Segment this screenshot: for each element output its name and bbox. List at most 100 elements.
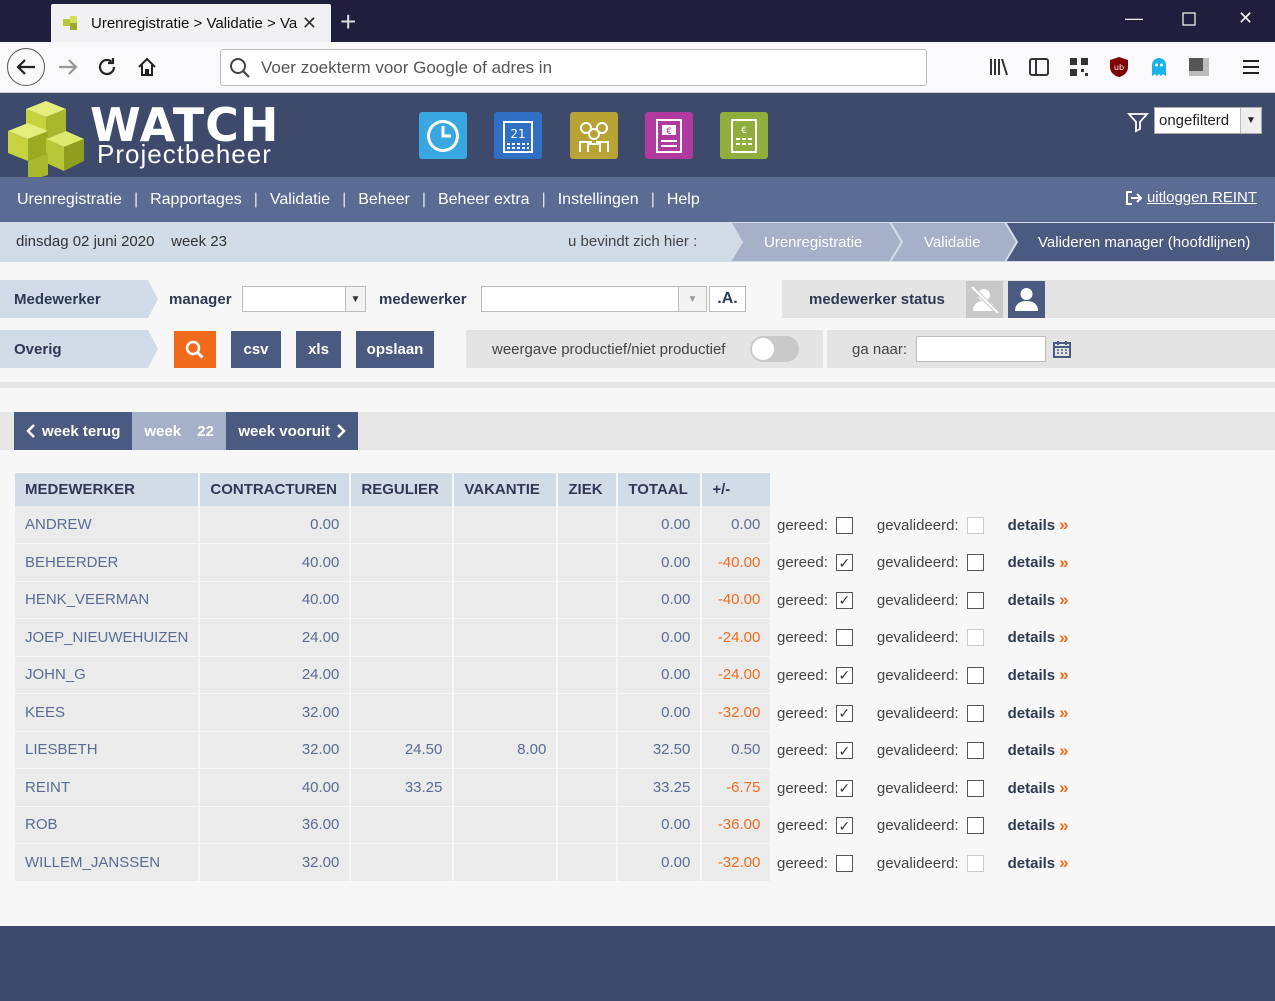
details-link[interactable]: details» [1008, 741, 1069, 761]
details-link[interactable]: details» [1008, 816, 1069, 836]
gevalideerd-label: gevalideerd: [876, 666, 959, 684]
col-totaal[interactable]: TOTAAL [617, 473, 703, 506]
details-link[interactable]: details» [1008, 553, 1069, 573]
gereed-checkbox[interactable]: ✓ [835, 742, 853, 760]
calendar-icon[interactable] [1053, 340, 1071, 358]
details-link[interactable]: details» [1008, 703, 1069, 723]
col-contracturen[interactable]: CONTRACTUREN [199, 473, 352, 506]
row-actions: gereed: gevalideerd: details» [777, 628, 1087, 648]
cell-name[interactable]: JOHN_G [15, 656, 201, 694]
gevalideerd-checkbox[interactable] [966, 666, 984, 684]
url-bar[interactable]: Voer zoekterm voor Google of adres in [220, 49, 927, 86]
menu-item-validatie[interactable]: Validatie [270, 191, 330, 209]
details-link[interactable]: details» [1008, 515, 1069, 535]
gereed-label: gereed: [777, 704, 828, 722]
manager-select[interactable]: ▼ [242, 286, 366, 312]
details-link[interactable]: details» [1008, 853, 1069, 873]
gereed-checkbox[interactable]: ✓ [835, 817, 853, 835]
col-medewerker[interactable]: MEDEWERKER [15, 473, 201, 506]
menu-item-instellingen[interactable]: Instellingen [558, 191, 639, 209]
back-arrow-icon[interactable] [7, 48, 45, 86]
csv-button[interactable]: csv [231, 331, 281, 368]
cell-name[interactable]: ANDREW [15, 506, 201, 544]
breadcrumb-item-validatie[interactable]: Validatie [924, 222, 980, 262]
cell-name[interactable]: KEES [15, 693, 201, 732]
breadcrumb-item-urenregistratie[interactable]: Urenregistratie [764, 222, 862, 262]
week-back-button[interactable]: week terug [14, 412, 133, 450]
details-link[interactable]: details» [1008, 665, 1069, 685]
gereed-checkbox[interactable]: ✓ [835, 666, 853, 684]
ghostery-icon[interactable] [1148, 56, 1170, 78]
forward-arrow-icon[interactable] [50, 49, 86, 85]
productief-toggle[interactable] [750, 336, 799, 362]
gereed-checkbox[interactable]: ✓ [835, 554, 853, 572]
menu-item-beheer[interactable]: Beheer [358, 191, 410, 209]
col-regulier[interactable]: REGULIER [350, 473, 455, 506]
logout-link[interactable]: uitloggen REINT [1125, 189, 1257, 206]
gevalideerd-checkbox[interactable] [966, 817, 984, 835]
col-vakantie[interactable]: VAKANTIE [453, 473, 559, 506]
extension-icon[interactable] [1188, 56, 1210, 78]
details-link[interactable]: details» [1008, 778, 1069, 798]
calculator-module-icon[interactable]: € [720, 112, 768, 159]
menu-item-beheer-extra[interactable]: Beheer extra [438, 191, 530, 209]
library-icon[interactable] [988, 56, 1010, 78]
maximize-icon[interactable] [1182, 10, 1196, 31]
home-icon[interactable] [129, 49, 165, 85]
close-window-icon[interactable]: ✕ [1238, 8, 1253, 29]
cell-totaal: 0.00 [617, 581, 703, 619]
opslaan-button[interactable]: opslaan [356, 331, 434, 368]
xls-button[interactable]: xls [296, 331, 341, 368]
gereed-checkbox[interactable] [835, 516, 853, 534]
menu-item-rapportages[interactable]: Rapportages [150, 191, 242, 209]
inactive-user-button[interactable] [966, 281, 1003, 318]
filter-select[interactable]: ongefilterd ▼ [1154, 107, 1262, 134]
gereed-checkbox[interactable]: ✓ [835, 591, 853, 609]
gevalideerd-checkbox[interactable] [966, 704, 984, 722]
gereed-label: gereed: [777, 666, 828, 684]
week-forward-button[interactable]: week vooruit [226, 412, 359, 450]
close-tab-icon[interactable]: ✕ [302, 13, 317, 34]
cell-name[interactable]: WILLEM_JANSSEN [15, 843, 201, 882]
gereed-checkbox[interactable]: ✓ [835, 704, 853, 722]
users-module-icon[interactable] [570, 112, 618, 159]
cell-name[interactable]: REINT [15, 768, 201, 807]
gevalideerd-checkbox[interactable] [966, 779, 984, 797]
sidebar-icon[interactable] [1028, 56, 1050, 78]
ganaar-date-input[interactable] [916, 336, 1046, 362]
invoice-module-icon[interactable]: € [645, 112, 693, 159]
minimize-icon[interactable]: — [1125, 8, 1143, 29]
new-tab-icon[interactable]: + [340, 6, 356, 38]
qr-code-icon[interactable] [1068, 56, 1090, 78]
gereed-checkbox[interactable] [835, 629, 853, 647]
reload-icon[interactable] [89, 49, 125, 85]
chevron-down-icon: ▼ [678, 287, 706, 311]
menu-item-urenregistratie[interactable]: Urenregistratie [17, 191, 122, 209]
cell-name[interactable]: LIESBETH [15, 731, 201, 769]
ublock-icon[interactable]: ub [1108, 56, 1130, 78]
active-user-button[interactable] [1008, 281, 1045, 318]
browser-tab[interactable]: Urenregistratie > Validatie > Va ✕ [51, 4, 331, 42]
calendar-module-icon[interactable]: 21 [494, 112, 542, 159]
gevalideerd-checkbox[interactable] [966, 554, 984, 572]
cell-name[interactable]: ROB [15, 806, 201, 844]
a-button[interactable]: .A. [709, 286, 746, 312]
gereed-checkbox[interactable] [835, 854, 853, 872]
medewerker-select[interactable]: ▼ [481, 286, 707, 312]
search-button[interactable] [174, 331, 216, 368]
gevalideerd-checkbox[interactable] [966, 591, 984, 609]
cell-name[interactable]: JOEP_NIEUWEHUIZEN [15, 618, 201, 657]
cell-name[interactable]: BEHEERDER [15, 543, 201, 582]
cell-name[interactable]: HENK_VEERMAN [15, 581, 201, 619]
details-link[interactable]: details» [1008, 590, 1069, 610]
gereed-checkbox[interactable]: ✓ [835, 779, 853, 797]
details-link[interactable]: details» [1008, 628, 1069, 648]
hamburger-menu-icon[interactable] [1240, 56, 1262, 78]
col-plusmin[interactable]: +/- [701, 473, 773, 506]
gevalideerd-checkbox[interactable] [966, 742, 984, 760]
cell-totaal: 0.00 [617, 693, 703, 732]
clock-module-icon[interactable] [419, 112, 467, 159]
menu-item-help[interactable]: Help [667, 191, 700, 209]
col-ziek[interactable]: ZIEK [557, 473, 619, 506]
cell-vakantie [453, 581, 559, 619]
